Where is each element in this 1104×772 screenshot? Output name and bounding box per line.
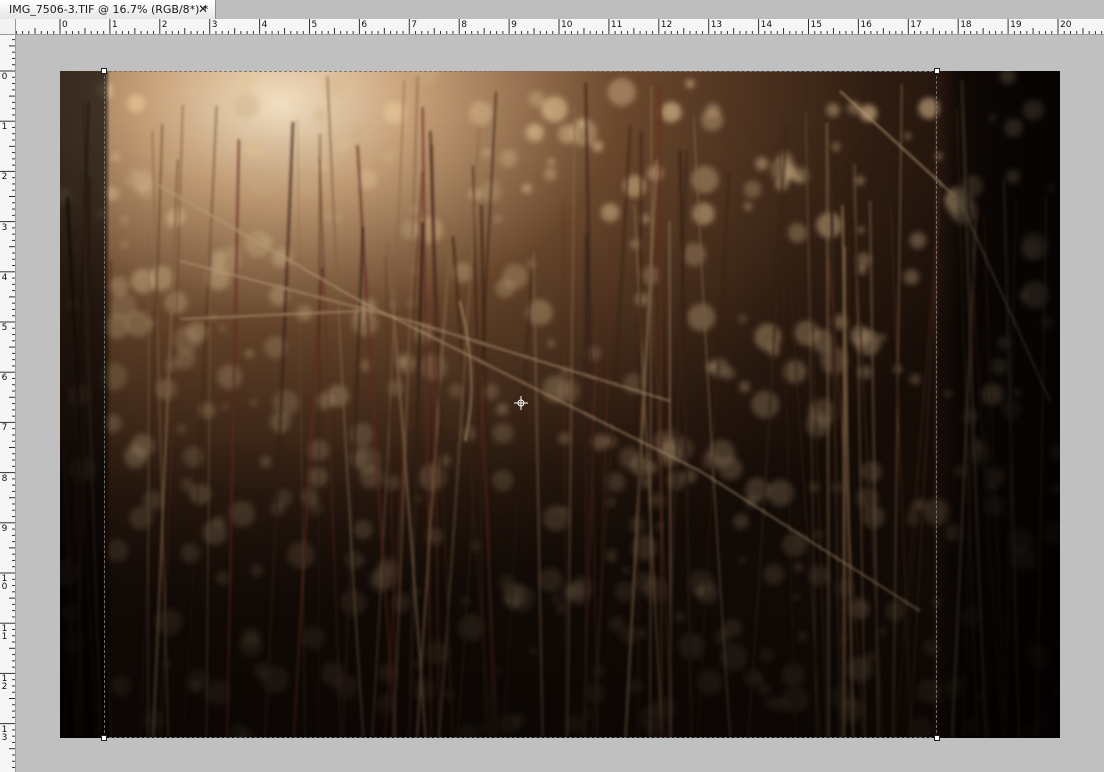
vertical-ruler-ticks <box>0 39 15 769</box>
close-icon[interactable]: ✕ <box>197 3 209 15</box>
horizontal-ruler-number: 10 <box>561 20 573 30</box>
crop-handle-bottom-right[interactable] <box>934 735 940 741</box>
vertical-ruler-number: 5 <box>1 323 8 333</box>
horizontal-ruler-number: 16 <box>860 20 872 30</box>
vertical-ruler-number: 9 <box>1 523 8 534</box>
crop-handle-top-left[interactable] <box>101 68 107 74</box>
vertical-ruler-number: 6 <box>1 373 8 384</box>
vertical-ruler-number: 12 <box>1 674 8 693</box>
vertical-ruler-number: 3 <box>1 222 8 233</box>
horizontal-ruler-ticks <box>16 19 1103 34</box>
vertical-ruler-number: 0 <box>1 72 8 82</box>
horizontal-ruler-number: 3 <box>211 20 218 30</box>
horizontal-ruler-number: 4 <box>261 20 268 30</box>
document-tab[interactable]: IMG_7506-3.TIF @ 16.7% (RGB/8*) * ✕ <box>0 0 216 19</box>
horizontal-ruler-number: 14 <box>760 20 773 30</box>
document-tab-bar: IMG_7506-3.TIF @ 16.7% (RGB/8*) * ✕ <box>0 0 1104 20</box>
vertical-ruler-number: 13 <box>1 724 8 743</box>
crop-handle-bottom-left[interactable] <box>101 735 107 741</box>
horizontal-ruler-number: 13 <box>710 20 723 30</box>
horizontal-ruler-number: 9 <box>511 20 517 30</box>
horizontal-ruler-number: 2 <box>161 20 168 30</box>
crosshair-icon <box>514 396 528 410</box>
horizontal-ruler-number: 11 <box>610 20 623 30</box>
vertical-ruler-number: 8 <box>1 473 8 484</box>
horizontal-ruler-number: 17 <box>910 20 922 30</box>
horizontal-ruler-number: 7 <box>411 20 418 30</box>
horizontal-ruler-number: 20 <box>1060 20 1072 30</box>
horizontal-ruler-number: 5 <box>311 20 318 30</box>
document-tab-title: IMG_7506-3.TIF @ 16.7% (RGB/8*) * <box>9 3 209 16</box>
vertical-ruler-number: 4 <box>1 272 8 283</box>
horizontal-ruler-number: 1 <box>111 20 118 30</box>
vertical-ruler-number: 1 <box>1 122 8 133</box>
vertical-ruler[interactable]: 012345678910111213 <box>0 35 16 772</box>
crop-handle-top-right[interactable] <box>934 68 940 74</box>
horizontal-ruler-number: 15 <box>810 20 822 30</box>
horizontal-ruler-number: 8 <box>461 20 467 30</box>
horizontal-ruler-number: 19 <box>1010 20 1022 30</box>
horizontal-ruler-number: 0 <box>62 20 68 30</box>
ruler-origin[interactable] <box>0 19 16 35</box>
vertical-ruler-number: 10 <box>1 574 8 592</box>
horizontal-ruler-number: 12 <box>660 20 673 30</box>
vertical-ruler-number: 11 <box>1 624 8 643</box>
horizontal-ruler-number: 18 <box>960 20 972 30</box>
horizontal-ruler-number: 6 <box>361 20 368 30</box>
vertical-ruler-number: 7 <box>1 423 8 434</box>
horizontal-ruler[interactable]: 0 1 2 3 4 5 6 7 8 9 10 11 12 13 14 15 16 17 18 19 20 <box>16 19 1104 35</box>
vertical-ruler-number: 2 <box>1 172 8 183</box>
